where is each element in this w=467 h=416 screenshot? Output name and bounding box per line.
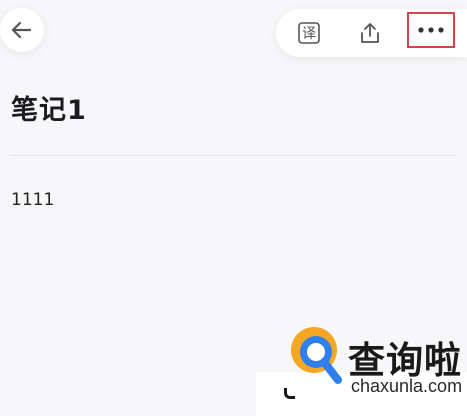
translate-glyph: 译: [302, 26, 316, 42]
watermark-domain: chaxunla.com: [351, 376, 463, 396]
note-toolbar: 译: [276, 9, 467, 57]
note-body[interactable]: 1111: [11, 190, 54, 210]
cropped-glyph: [284, 388, 295, 399]
share-button[interactable]: [352, 15, 388, 51]
watermark: 查询啦 chaxunla.com: [256, 322, 467, 416]
more-horizontal-icon: [418, 27, 444, 33]
note-title[interactable]: 笔记1: [11, 88, 87, 127]
arrow-left-icon: [11, 21, 32, 39]
translate-icon: 译: [298, 22, 320, 44]
magnifier-logo-icon: [291, 327, 342, 384]
more-options-button[interactable]: [407, 12, 455, 48]
back-button[interactable]: [0, 8, 44, 52]
title-divider: [11, 155, 457, 156]
share-icon: [361, 23, 379, 43]
translate-button[interactable]: 译: [291, 15, 327, 51]
